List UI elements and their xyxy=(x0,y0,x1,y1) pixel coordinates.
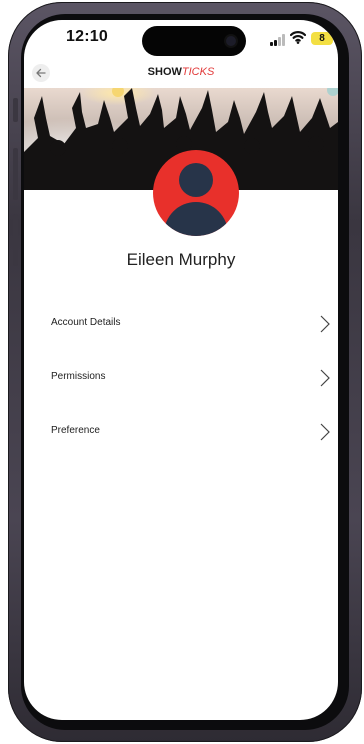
wifi-icon xyxy=(290,31,306,44)
dynamic-island xyxy=(142,26,246,56)
logo-ticks-text: TICKS xyxy=(181,66,215,78)
profile-name: Eileen Murphy xyxy=(126,250,236,269)
chevron-right-icon xyxy=(320,315,330,333)
avatar-head xyxy=(179,163,213,197)
battery-level: 8 xyxy=(319,33,325,44)
status-time: 12:10 xyxy=(66,28,108,45)
menu-item-label: Preference xyxy=(51,425,100,436)
menu-item-label: Permissions xyxy=(51,371,106,382)
battery-icon: 8 xyxy=(311,32,333,45)
app-header: SHOWTICKS xyxy=(24,64,338,86)
device-stage: 12:10 8 SHOWTICKS Eileen Murphy Account … xyxy=(0,0,364,744)
menu-item-label: Account Details xyxy=(51,317,121,328)
menu-item-account-details[interactable]: Account Details xyxy=(24,304,338,344)
menu-item-preference[interactable]: Preference xyxy=(24,412,338,452)
menu-item-permissions[interactable]: Permissions xyxy=(24,358,338,398)
avatar-body xyxy=(164,202,228,236)
chevron-right-icon xyxy=(320,369,330,387)
app-screen: 12:10 8 SHOWTICKS Eileen Murphy Account … xyxy=(24,20,338,720)
status-bar: 12:10 8 xyxy=(24,20,338,64)
logo-show-text: SHOW xyxy=(147,66,182,78)
app-logo: SHOWTICKS xyxy=(24,66,338,78)
chevron-right-icon xyxy=(320,423,330,441)
signal-icon xyxy=(270,34,286,46)
profile-avatar[interactable] xyxy=(153,150,239,236)
front-camera xyxy=(226,36,236,46)
